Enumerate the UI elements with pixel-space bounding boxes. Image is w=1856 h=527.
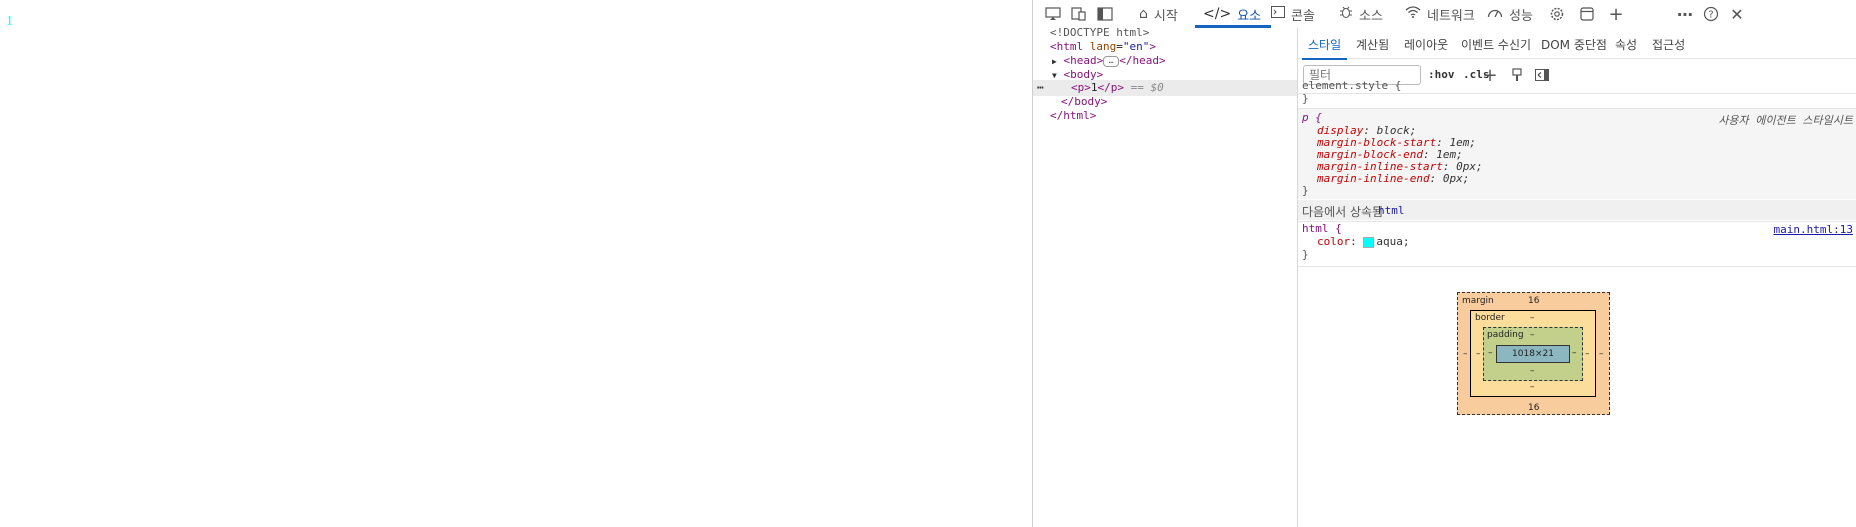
expand-triangle-icon[interactable]: ▶ (1052, 57, 1057, 66)
svg-text:?: ? (1708, 10, 1713, 21)
padding-right-value[interactable]: – (1572, 348, 1577, 358)
more-icon[interactable]: ⋯ (1675, 4, 1695, 24)
border-top-value[interactable]: – (1530, 313, 1535, 323)
home-icon: ⌂ (1139, 6, 1148, 22)
add-tab-icon[interactable]: + (1606, 4, 1626, 25)
styles-pane: 스타일 계산됨 레이아웃 이벤트 수신기 DOM 중단점 속성 접근성 :hov… (1298, 28, 1856, 527)
collapsed-ellipsis-icon[interactable]: … (1103, 55, 1120, 67)
window-icon[interactable] (1577, 4, 1597, 24)
subtab-layout[interactable]: 레이아웃 (1404, 36, 1448, 53)
element-style-rule: element.style { } (1298, 80, 1856, 106)
border-left-value[interactable]: – (1476, 349, 1481, 359)
inherited-label: 다음에서 상속됨 (1302, 205, 1384, 219)
close-icon[interactable]: ✕ (1727, 4, 1747, 24)
tab-performance[interactable]: 성능 (1487, 0, 1533, 28)
tab-welcome[interactable]: ⌂ 시작 (1139, 0, 1178, 28)
ua-rule-source: 사용자 에이전트 스타일시트 (1718, 114, 1853, 127)
code-icon: </> (1203, 6, 1232, 22)
html-rule: html { main.html:13 color: aqua; } (1298, 222, 1856, 264)
border-right-value[interactable]: – (1585, 349, 1590, 359)
padding-left-value[interactable]: – (1488, 348, 1493, 358)
wifi-icon (1405, 6, 1421, 22)
color-swatch-icon[interactable] (1363, 236, 1375, 248)
subtab-event-listeners[interactable]: 이벤트 수신기 (1461, 36, 1531, 53)
cast-icon[interactable] (1043, 4, 1063, 24)
ua-rule-selector: p { (1302, 111, 1322, 124)
devtools-panel: ⌂ 시작 </> 요소 콘솔 소스 네트워크 성능 + ⋯ ? ✕ <!DOCT… (1032, 0, 1856, 527)
elements-tree: <!DOCTYPE html> <html lang="en"> ▶ <head… (1033, 26, 1298, 527)
gauge-icon (1487, 6, 1503, 22)
tab-console[interactable]: 콘솔 (1271, 0, 1315, 28)
settings-gear-icon[interactable] (1547, 4, 1567, 24)
rule-divider (1298, 266, 1856, 267)
margin-right-value[interactable]: – (1599, 349, 1604, 359)
element-style-selector[interactable]: element.style { (1302, 80, 1401, 92)
collapse-triangle-icon[interactable]: ▼ (1052, 71, 1057, 80)
padding-bottom-value[interactable]: – (1530, 366, 1535, 376)
node-actions-icon[interactable]: ⋯ (1037, 80, 1044, 96)
html-prop-color[interactable]: color: aqua; (1317, 236, 1410, 248)
tab-sources[interactable]: 소스 (1339, 0, 1383, 28)
console-icon (1271, 6, 1285, 22)
html-rule-close: } (1302, 248, 1309, 261)
ua-prop-margin-inline-end: margin-inline-end: 0px; (1317, 172, 1470, 185)
box-model-content[interactable]: 1018×21 (1496, 345, 1570, 363)
subtab-dom-breakpoints[interactable]: DOM 중단점 (1541, 36, 1607, 53)
inherited-header: 다음에서 상속됨 html (1298, 200, 1856, 220)
padding-top-value[interactable]: – (1530, 330, 1535, 340)
tab-network[interactable]: 네트워크 (1405, 0, 1475, 28)
subtab-styles[interactable]: 스타일 (1301, 36, 1348, 60)
tab-elements[interactable]: </> 요소 (1194, 0, 1272, 28)
paragraph-text: 1 (6, 14, 13, 29)
element-style-close: } (1302, 92, 1309, 105)
subtab-computed[interactable]: 계산됨 (1356, 36, 1389, 53)
bug-icon (1339, 5, 1353, 23)
inherited-from-link[interactable]: html (1378, 204, 1405, 217)
border-bottom-value[interactable]: – (1530, 382, 1535, 392)
html-rule-source-link[interactable]: main.html:13 (1774, 223, 1853, 236)
ua-rule-close: } (1302, 184, 1309, 197)
margin-bottom-value[interactable]: 16 (1528, 403, 1539, 413)
user-agent-rule: p { 사용자 에이전트 스타일시트 display: block; margi… (1298, 109, 1856, 199)
devtools-toolbar: ⌂ 시작 </> 요소 콘솔 소스 네트워크 성능 + ⋯ ? ✕ (1033, 0, 1856, 29)
html-close-node[interactable]: </html> (1050, 108, 1096, 124)
dock-icon[interactable] (1095, 4, 1115, 24)
margin-top-value[interactable]: 16 (1528, 296, 1539, 306)
subtab-accessibility[interactable]: 접근성 (1652, 36, 1685, 53)
device-emulation-icon[interactable] (1069, 4, 1089, 24)
html-rule-selector[interactable]: html { (1302, 223, 1342, 235)
help-icon[interactable]: ? (1701, 4, 1721, 24)
margin-left-value[interactable]: – (1463, 349, 1468, 359)
subtab-properties[interactable]: 속성 (1615, 36, 1637, 53)
styles-subtabs: 스타일 계산됨 레이아웃 이벤트 수신기 DOM 중단점 속성 접근성 (1298, 28, 1856, 60)
page-viewport: 1 (0, 0, 1032, 527)
